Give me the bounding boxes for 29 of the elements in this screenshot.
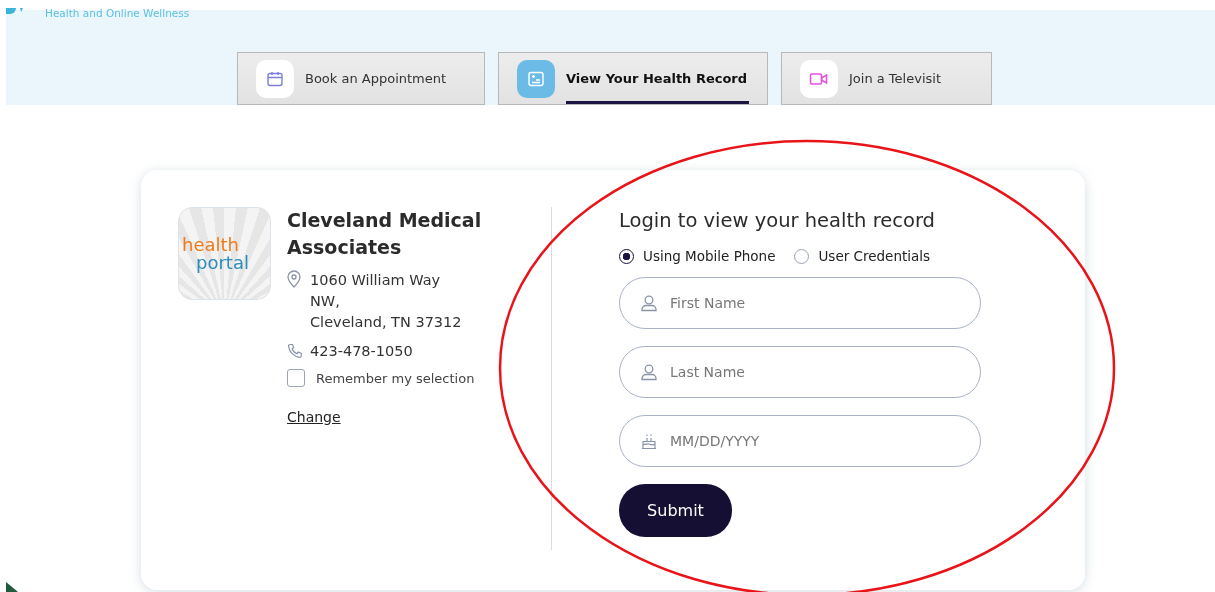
record-card-icon [527,69,545,88]
input-field[interactable]: MM/DD/YYYY [619,415,981,467]
corner-mark-icon [6,582,18,592]
video-camera-icon [809,70,829,87]
login-title: Login to view your health record [619,209,936,232]
phone-icon [287,343,303,359]
radio-label: User Credentials [818,248,931,264]
practice-phone: 423-478-1050 [310,343,413,359]
nav-tab[interactable]: Join a Televisit [781,52,992,105]
cake-icon [640,432,658,450]
submit-button[interactable]: Submit [619,484,732,537]
nav-tab[interactable]: View Your Health Record [498,52,768,105]
location-pin-icon [287,270,301,288]
radio-label: Using Mobile Phone [643,248,776,264]
person-icon [640,363,658,381]
radio-button[interactable] [619,248,634,264]
person-icon [640,294,658,312]
practice-address: 1060 William Way NW, Cleveland, TN 37312 [310,271,462,332]
tagline: Health and Online Wellness [45,7,190,19]
input-field[interactable]: First Name [619,277,981,329]
practice-name: Cleveland Medical Associates [287,208,483,260]
remember-label: Remember my selection [316,370,475,386]
input-field[interactable]: Last Name [619,346,981,398]
change-link[interactable]: Change [287,409,341,425]
logo-mark-icon [6,8,26,16]
health-portal-logo: health portal [178,207,271,300]
remember-checkbox[interactable] [287,369,305,387]
calendar-icon [266,69,284,88]
nav-tab[interactable]: Book an Appointment [237,52,485,105]
